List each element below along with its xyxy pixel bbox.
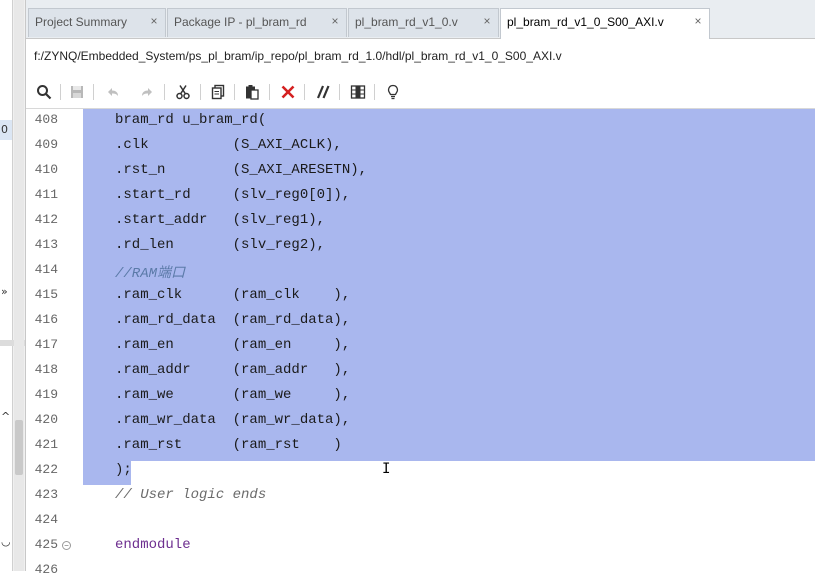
save-icon[interactable] [66, 81, 88, 103]
toolbar-separator [304, 84, 305, 100]
toolbar-separator [269, 84, 270, 100]
code-line[interactable]: .ram_addr (ram_addr ), [115, 362, 350, 378]
toolbar-separator [164, 84, 165, 100]
tab-label: Project Summary [35, 15, 128, 29]
line-number: 412 [34, 212, 58, 227]
fold-collapse-icon[interactable]: − [62, 541, 71, 551]
left-panel-strip: 0 » ^ ◡ [0, 0, 25, 571]
line-number: 418 [34, 362, 58, 377]
undo-icon[interactable] [102, 81, 124, 103]
lightbulb-icon[interactable] [382, 81, 404, 103]
code-line[interactable]: .rd_len (slv_reg2), [115, 237, 325, 253]
close-icon[interactable]: × [148, 15, 160, 27]
code-line[interactable]: .ram_en (ram_en ), [115, 337, 350, 353]
left-panel-chevron-icon[interactable]: ^ [1, 410, 10, 423]
close-icon[interactable]: × [329, 15, 341, 27]
editor-tab-bar: Project Summary × Package IP - pl_bram_r… [26, 0, 815, 39]
redo-icon[interactable] [136, 81, 158, 103]
toolbar-separator [234, 84, 235, 100]
code-line[interactable]: ); [115, 462, 132, 478]
toolbar-separator [60, 84, 61, 100]
code-line[interactable]: // User logic ends [115, 487, 266, 503]
comment-toggle-icon[interactable] [312, 81, 334, 103]
left-panel-chevron-down-icon[interactable]: ◡ [1, 535, 11, 548]
line-number: 424 [34, 512, 58, 527]
line-number: 410 [34, 162, 58, 177]
line-number: 423 [34, 487, 58, 502]
line-number: 425 [34, 537, 58, 552]
paste-icon[interactable] [241, 81, 263, 103]
line-number: 416 [34, 312, 58, 327]
code-line[interactable]: .clk (S_AXI_ACLK), [115, 137, 342, 153]
left-panel-text: 0 [1, 123, 8, 136]
search-icon[interactable] [33, 81, 55, 103]
code-line[interactable]: .start_rd (slv_reg0[0]), [115, 187, 350, 203]
code-editor-panel: Project Summary × Package IP - pl_bram_r… [25, 0, 815, 577]
tab-project-summary[interactable]: Project Summary × [28, 8, 166, 37]
left-panel-scrollbar[interactable] [14, 0, 24, 571]
left-panel-scroll-thumb[interactable] [15, 420, 23, 475]
editor-toolbar [26, 76, 815, 109]
line-number: 414 [34, 262, 58, 277]
line-number: 408 [34, 112, 58, 127]
tab-label: Package IP - pl_bram_rd [174, 15, 307, 29]
code-line[interactable]: .ram_we (ram_we ), [115, 387, 350, 403]
tab-pl-bram-rd-v1-0[interactable]: pl_bram_rd_v1_0.v × [348, 8, 499, 37]
code-line[interactable]: .ram_clk (ram_clk ), [115, 287, 350, 303]
code-line[interactable]: .ram_rst (ram_rst ) [115, 437, 342, 453]
line-number-gutter[interactable]: 408 409 410 411 412 413 414 415 416 417 418 419 420 4… [26, 109, 80, 577]
code-line[interactable]: .ram_rd_data (ram_rd_data), [115, 312, 350, 328]
cut-icon[interactable] [172, 81, 194, 103]
code-line[interactable]: //RAM端口 [115, 262, 185, 282]
toolbar-separator [339, 84, 340, 100]
code-line[interactable]: endmodule [115, 537, 191, 553]
line-number: 419 [34, 387, 58, 402]
toolbar-separator [374, 84, 375, 100]
code-line[interactable]: .rst_n (S_AXI_ARESETN), [115, 162, 367, 178]
file-path-bar: f:/ZYNQ/Embedded_System/ps_pl_bram/ip_re… [26, 39, 815, 75]
tab-label: pl_bram_rd_v1_0.v [355, 15, 458, 29]
line-number: 422 [34, 462, 58, 477]
code-line[interactable]: bram_rd u_bram_rd( [115, 112, 266, 128]
code-area[interactable]: 408 409 410 411 412 413 414 415 416 417 418 419 420 4… [26, 109, 815, 577]
line-number: 426 [34, 562, 58, 577]
code-line[interactable]: .ram_wr_data (ram_wr_data), [115, 412, 350, 428]
toolbar-separator [93, 84, 94, 100]
line-number: 421 [34, 437, 58, 452]
column-select-icon[interactable] [347, 81, 369, 103]
toolbar-separator [200, 84, 201, 100]
tab-pl-bram-rd-s00-axi[interactable]: pl_bram_rd_v1_0_S00_AXI.v × [500, 8, 710, 39]
line-number: 413 [34, 237, 58, 252]
text-cursor-icon: I [382, 461, 391, 477]
close-icon[interactable]: × [481, 15, 493, 27]
line-number: 420 [34, 412, 58, 427]
line-number: 417 [34, 337, 58, 352]
line-number: 415 [34, 287, 58, 302]
left-panel-expand-icon[interactable]: » [1, 285, 8, 298]
code-line[interactable]: .start_addr (slv_reg1), [115, 212, 325, 228]
close-icon[interactable]: × [692, 15, 704, 27]
line-number: 409 [34, 137, 58, 152]
file-path: f:/ZYNQ/Embedded_System/ps_pl_bram/ip_re… [34, 49, 562, 63]
line-number: 411 [34, 187, 58, 202]
tab-label: pl_bram_rd_v1_0_S00_AXI.v [507, 15, 664, 29]
copy-icon[interactable] [207, 81, 229, 103]
delete-icon[interactable] [277, 81, 299, 103]
tab-package-ip[interactable]: Package IP - pl_bram_rd × [167, 8, 347, 37]
